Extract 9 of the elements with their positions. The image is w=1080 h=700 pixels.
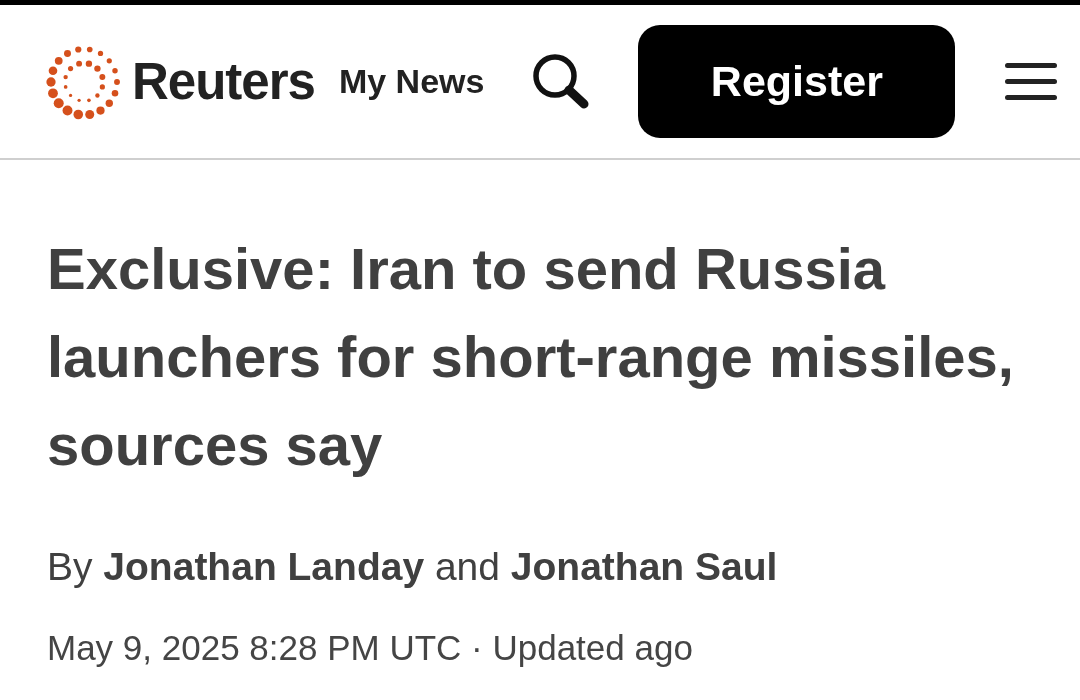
headline: Exclusive: Iran to send Russia launchers for short-range missiles, sources say bbox=[47, 235, 1015, 479]
brand-name[interactable]: Reuters bbox=[132, 52, 315, 111]
byline: By Jonathan Landay and Jonathan Saul bbox=[47, 544, 779, 590]
dateline: May 9, 2025 8:28 PM UTC · Updated ago bbox=[47, 627, 694, 669]
search-icon[interactable] bbox=[532, 53, 591, 110]
register-button[interactable]: Register bbox=[638, 25, 956, 138]
logo-icon[interactable] bbox=[46, 43, 122, 120]
my-news-link[interactable]: My News bbox=[338, 62, 485, 101]
menu-icon[interactable] bbox=[1005, 63, 1058, 100]
